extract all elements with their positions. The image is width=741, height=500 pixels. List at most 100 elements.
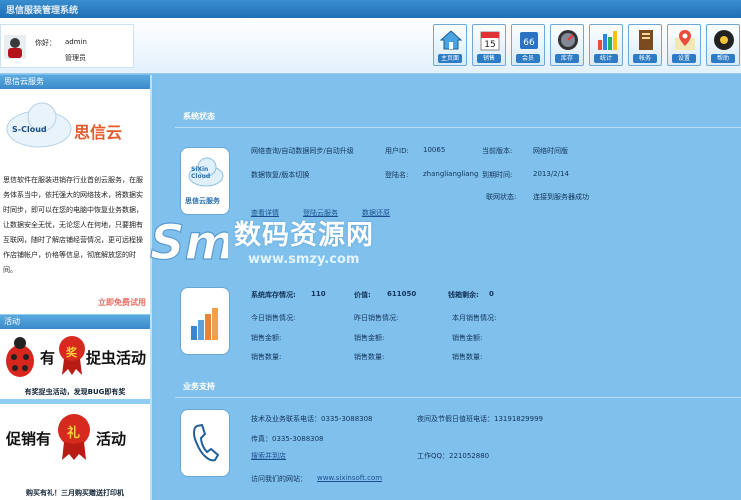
divider: [175, 397, 741, 398]
toolbar-help-button[interactable]: 帮助: [706, 24, 740, 66]
support-title: 业务支持: [183, 382, 215, 391]
today-amount-label: 销售金额:: [251, 334, 282, 342]
members-icon: 66: [520, 32, 538, 49]
toolbar-label: 统计: [594, 54, 618, 63]
cloud-features-2: 数据恢复/版本切换: [251, 171, 310, 179]
toolbar-label: 设置: [672, 54, 696, 63]
view-details-link[interactable]: 查看详情: [251, 208, 279, 218]
ladybug-icon: [6, 337, 34, 377]
toolbar-home-button[interactable]: 主页面: [433, 24, 467, 66]
stock-card[interactable]: [180, 287, 230, 355]
ledger-icon: [639, 30, 653, 50]
website-label: 访问我们的网站：: [251, 475, 307, 483]
user-id-label: 用户ID:: [385, 147, 409, 155]
map-link[interactable]: 搜索并到店: [251, 451, 286, 461]
activity-header: 活动: [0, 315, 150, 329]
promo1-text-a: 有: [40, 349, 56, 367]
header: 你好： admin 管理员 主页面 15 销售 66 会员 库存 统计 帐务 设…: [0, 18, 741, 74]
card-logo: SiXin Cloud: [191, 166, 211, 180]
promo2-caption: 购买有礼！三月购买赠送打印机: [26, 489, 124, 497]
toolbar-accounts-button[interactable]: 帐务: [628, 24, 662, 66]
svg-text:66: 66: [523, 38, 535, 48]
toolbar-stats-button[interactable]: 统计: [589, 24, 623, 66]
toolbar-stock-button[interactable]: 库存: [550, 24, 584, 66]
toolbar-members-button[interactable]: 66 会员: [511, 24, 545, 66]
price-label: 价值:: [354, 291, 371, 299]
balance-value: 0: [489, 290, 494, 298]
login-cloud-link[interactable]: 登陆云服务: [303, 208, 338, 218]
promo2-text-a: 促销有: [6, 430, 52, 448]
free-trial-link[interactable]: 立即免费试用: [98, 297, 146, 308]
promo2-text-b: 活动: [96, 430, 127, 448]
toolbar-sales-button[interactable]: 15 销售: [472, 24, 506, 66]
toolbar-settings-button[interactable]: 设置: [667, 24, 701, 66]
stock-chart-icon: [191, 308, 218, 340]
promo2-badge: 礼: [67, 426, 81, 441]
promo1-badge: 奖: [66, 346, 77, 359]
bar-chart-icon: [598, 31, 617, 50]
cloud-service-header: 思信云服务: [0, 75, 150, 89]
phone-icon: [193, 423, 220, 462]
user-id-value: 10065: [423, 146, 446, 154]
version-label: 当前版本:: [482, 147, 513, 155]
toolbar-label: 帮助: [711, 54, 735, 63]
work-qq: 工作QQ：221052880: [417, 452, 490, 460]
toolbar-label: 库存: [555, 54, 579, 63]
cloud-description: 思信软件在服装进销存行业首创云服务，在服务体系当中，依托强大的网络技术，将数据实…: [3, 176, 143, 274]
toolbar-label: 会员: [516, 54, 540, 63]
month-amount-label: 销售金额:: [452, 334, 483, 342]
system-status-title: 系统状态: [183, 112, 215, 121]
sidebar: 思信云服务 S-Cloud 思信云 思信软件在服装进销存行业首创云服务，在服务体…: [0, 75, 152, 500]
map-pin-icon: [675, 30, 695, 50]
toolbar-label: 主页面: [438, 54, 462, 63]
svg-text:15: 15: [484, 40, 495, 50]
title-bar: 思信服装管理系统: [0, 0, 741, 18]
stock-value: 110: [311, 290, 326, 298]
login-name-label: 登陆名:: [385, 171, 409, 179]
card-label: 思信云服务: [185, 197, 220, 205]
month-sales-label: 本月销售情况:: [452, 314, 497, 322]
cloud-features: 网络查询/自动数据同步/自动升级: [251, 147, 354, 155]
username: admin: [65, 38, 87, 46]
holiday-phone: 夜间及节假日值班电话：13191829999: [417, 415, 543, 423]
expire-value: 2013/2/14: [533, 170, 569, 178]
expire-label: 到期时间:: [482, 171, 513, 179]
sales-gift-promo[interactable]: 促销有 礼 活动 购买有礼！三月购买赠送打印机: [0, 404, 150, 500]
today-qty-label: 销售数量:: [251, 353, 282, 361]
fax: 传真：0335-3088308: [251, 435, 324, 443]
yesterday-amount-label: 销售金额:: [354, 334, 385, 342]
toolbar: 主页面 15 销售 66 会员 库存 统计 帐务 设置 帮助: [433, 24, 740, 68]
toolbar-label: 销售: [477, 54, 501, 63]
cloud-brand: 思信云: [74, 123, 123, 142]
price-value: 611050: [387, 290, 417, 298]
tech-phone: 技术及业务联系电话：0335-3088308: [251, 415, 373, 423]
login-name-value: zhangliangliang: [423, 170, 479, 178]
version-value: 网络时间版: [533, 147, 568, 155]
bug-hunt-promo[interactable]: 有 奖 捉虫活动 有奖捉虫活动，发现BUG即有奖: [0, 329, 150, 399]
promo1-text-b: 捉虫活动: [86, 349, 147, 367]
user-role: 管理员: [65, 54, 86, 62]
cloud-service-card[interactable]: SiXin Cloud 思信云服务: [180, 147, 230, 215]
link-status-label: 联网状态:: [486, 193, 517, 201]
website-link[interactable]: www.sixinsoft.com: [317, 474, 382, 482]
balance-label: 钱箱剩余:: [448, 291, 479, 299]
disc-icon: [714, 30, 734, 50]
yesterday-sales-label: 昨日销售情况:: [354, 314, 399, 322]
today-sales-label: 今日销售情况:: [251, 314, 296, 322]
yesterday-qty-label: 销售数量:: [354, 353, 385, 361]
toolbar-label: 帐务: [633, 54, 657, 63]
app-title: 思信服装管理系统: [6, 6, 79, 16]
main-content: 系统状态 SiXin Cloud 思信云服务 网络查询/自动数据同步/自动升级 …: [155, 75, 741, 500]
link-status-value: 连接到服务器成功: [533, 193, 589, 201]
greeting-label: 你好：: [35, 39, 56, 47]
cloud-logo-text: S-Cloud: [12, 125, 47, 134]
promo1-caption: 有奖捉虫活动，发现BUG即有奖: [24, 388, 126, 396]
cloud-icon: [6, 102, 72, 148]
cloud-service-panel: S-Cloud 思信云 思信软件在服装进销存行业首创云服务，在服务体系当中，依托…: [0, 89, 150, 314]
data-restore-link[interactable]: 数据还原: [362, 208, 390, 218]
home-icon: [439, 30, 463, 50]
month-qty-label: 销售数量:: [452, 353, 483, 361]
calendar-icon: 15: [480, 31, 500, 51]
user-panel: 你好： admin 管理员: [0, 24, 134, 68]
support-card[interactable]: [180, 409, 230, 477]
